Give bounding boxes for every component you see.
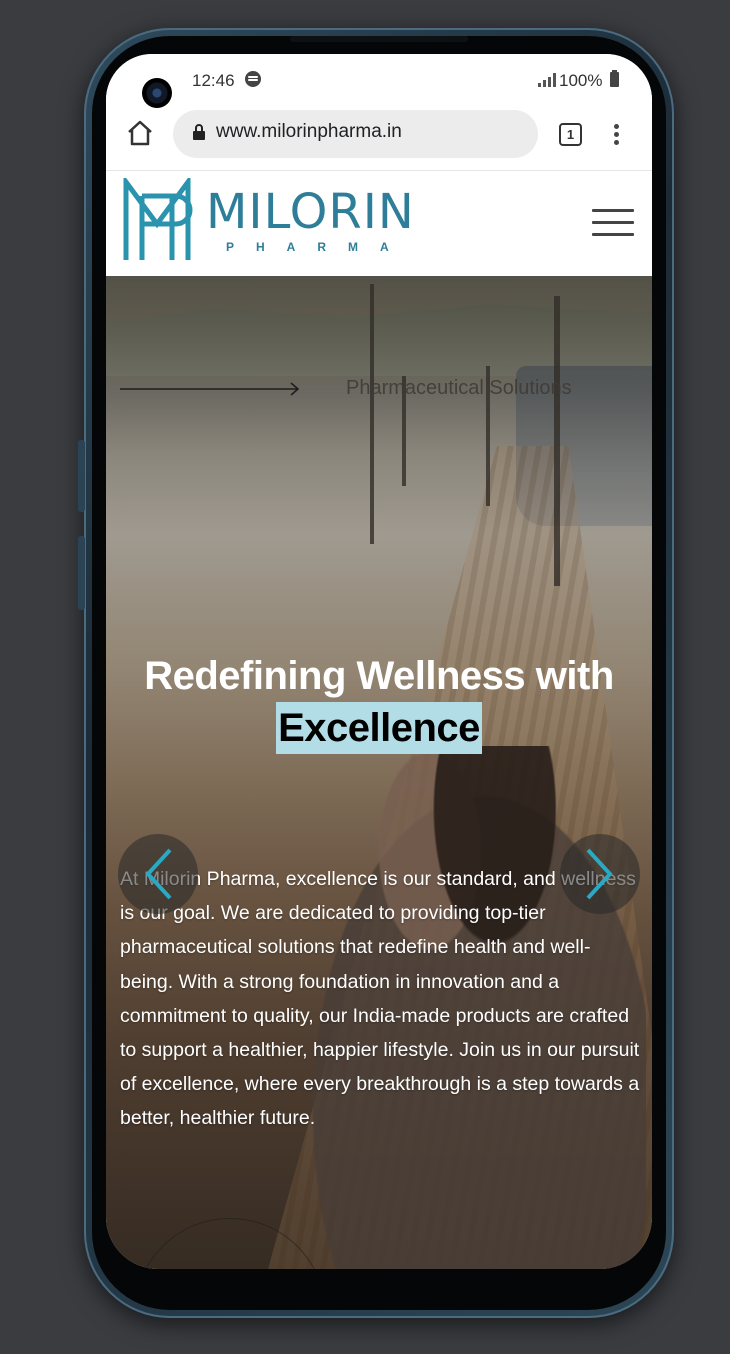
- volume-down-button: [78, 536, 85, 610]
- status-time: 12:46: [192, 71, 235, 90]
- arrow-right-icon: [120, 382, 300, 396]
- hero-title: Redefining Wellness with Excellence: [106, 650, 652, 754]
- earpiece-speaker: [290, 36, 468, 42]
- hero-title-highlight: Excellence: [276, 702, 482, 754]
- battery-icon: [610, 70, 619, 87]
- hero-kicker: Pharmaceutical Solutions: [346, 377, 572, 399]
- logo-wordmark[interactable]: MILORIN: [206, 188, 415, 236]
- spotify-icon: [245, 71, 261, 87]
- signal-icon: [538, 73, 556, 87]
- dock-pole: [370, 284, 374, 544]
- url-text[interactable]: www.milorinpharma.in: [216, 121, 402, 143]
- logo-subtitle: PHARMA: [226, 240, 411, 254]
- tabs-icon[interactable]: 1: [559, 123, 582, 146]
- carousel-next-button[interactable]: [560, 834, 640, 914]
- chevron-left-icon: [145, 848, 172, 900]
- hero-title-line: Redefining Wellness with: [144, 654, 614, 698]
- more-vert-icon[interactable]: [614, 124, 620, 146]
- home-icon[interactable]: [126, 120, 154, 146]
- volume-up-button: [78, 440, 85, 512]
- front-camera: [142, 78, 172, 108]
- hero-section: Pharmaceutical Solutions Redefining Well…: [106, 276, 652, 1269]
- hero-description: At Milorin Pharma, excellence is our sta…: [120, 868, 640, 1130]
- background-hills: [106, 304, 652, 376]
- dock-pole: [554, 296, 560, 586]
- hamburger-icon[interactable]: [592, 209, 634, 239]
- carousel-prev-button[interactable]: [118, 834, 198, 914]
- status-bar: 12:46 100%: [106, 54, 652, 108]
- battery-percent: 100%: [559, 71, 603, 90]
- phone-screen: 12:46 100% www.milorinpharma.in 1 MILORI…: [106, 54, 652, 1269]
- lock-icon: [193, 124, 205, 140]
- chevron-right-icon: [586, 848, 613, 900]
- logo-mark-icon[interactable]: [120, 178, 194, 262]
